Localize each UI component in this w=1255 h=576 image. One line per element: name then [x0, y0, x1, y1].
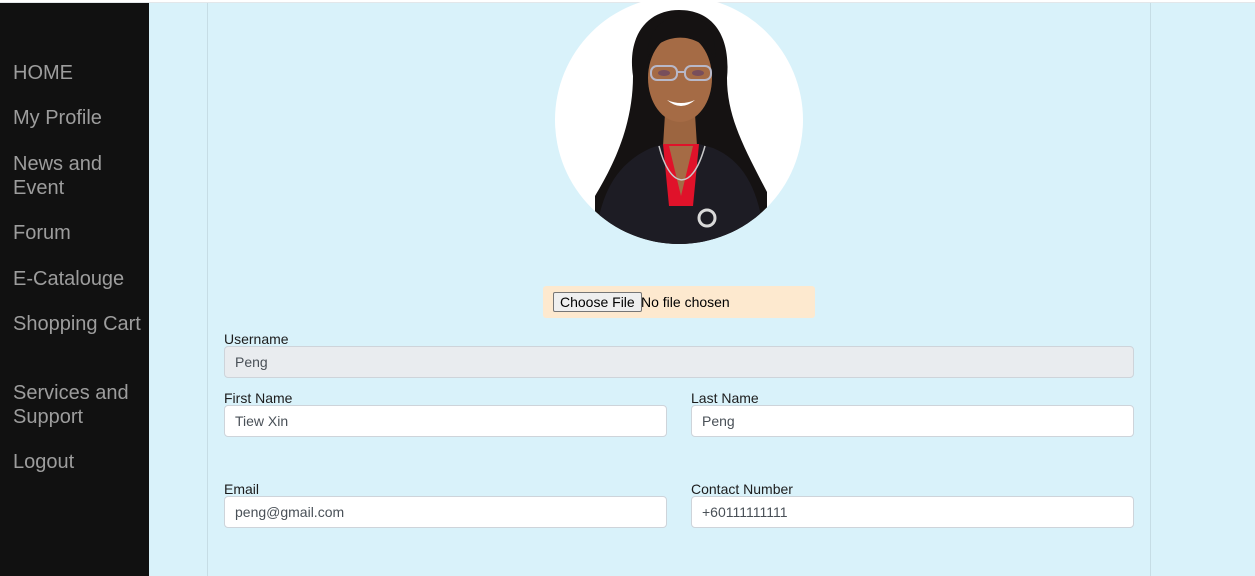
email-label: Email — [224, 481, 260, 497]
nav-item-news-and-event[interactable]: News and Event — [13, 152, 143, 200]
contact-number-input[interactable] — [691, 496, 1134, 528]
nav-item-services-and-support[interactable]: Services and Support — [13, 381, 143, 429]
nav-item-logout[interactable]: Logout — [13, 450, 143, 474]
file-upload-box: Choose File No file chosen — [543, 286, 815, 318]
email-input[interactable] — [224, 496, 667, 528]
container-left-border — [207, 3, 208, 576]
nav-item-home[interactable]: HOME — [13, 61, 143, 85]
nav-item-e-catalouge[interactable]: E-Catalouge — [13, 267, 143, 291]
contact-number-label: Contact Number — [691, 481, 793, 497]
last-name-input[interactable] — [691, 405, 1134, 437]
container-right-border — [1150, 3, 1151, 576]
username-label: Username — [224, 331, 289, 347]
sidebar-nav: HOME My Profile News and Event Forum E-C… — [0, 3, 149, 576]
username-input[interactable] — [224, 346, 1134, 378]
file-status-text: No file chosen — [641, 294, 730, 310]
first-name-input[interactable] — [224, 405, 667, 437]
first-name-label: First Name — [224, 390, 293, 406]
profile-photo — [555, 0, 803, 244]
choose-file-button[interactable]: Choose File — [553, 292, 642, 312]
nav-item-forum[interactable]: Forum — [13, 221, 143, 245]
nav-item-my-profile[interactable]: My Profile — [13, 106, 143, 130]
last-name-label: Last Name — [691, 390, 759, 406]
nav-item-shopping-cart[interactable]: Shopping Cart — [13, 312, 143, 336]
person-photo-icon — [595, 10, 767, 244]
